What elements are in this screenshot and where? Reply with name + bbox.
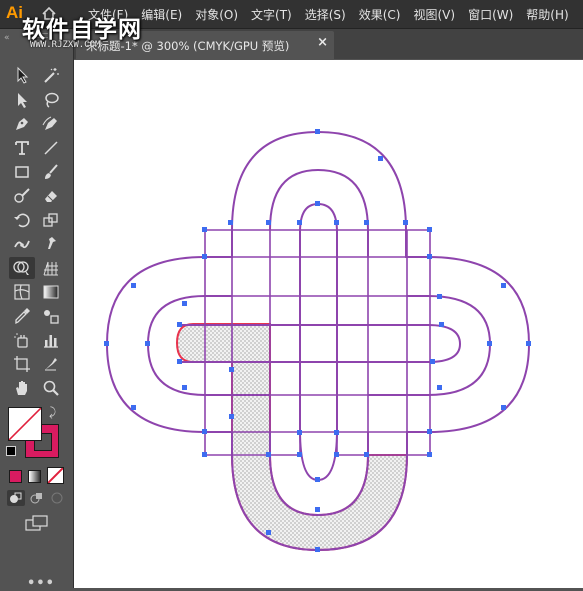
draw-behind-icon[interactable] <box>28 490 46 506</box>
default-fill-stroke-icon[interactable] <box>6 446 16 456</box>
type-tool-icon[interactable] <box>11 137 33 159</box>
watermark-logo: 软件自学网 <box>22 17 142 43</box>
scale-tool-icon[interactable] <box>40 209 62 231</box>
direct-selection-tool-icon[interactable] <box>11 89 33 111</box>
fill-swatch[interactable] <box>8 407 42 441</box>
selected-shape <box>175 323 409 552</box>
curvature-tool-icon[interactable] <box>40 113 62 135</box>
edit-toolbar-button[interactable]: ••• <box>27 576 55 591</box>
tools-panel: « ⤸ ••• <box>0 29 74 591</box>
eraser-tool-icon[interactable] <box>40 185 62 207</box>
menu-view[interactable]: 视图(V) <box>413 6 455 23</box>
column-graph-tool-icon[interactable] <box>40 329 62 351</box>
menu-help[interactable]: 帮助(H) <box>526 6 568 23</box>
draw-inside-icon[interactable] <box>48 490 66 506</box>
color-mode-button[interactable] <box>9 470 22 483</box>
draw-normal-icon[interactable] <box>7 490 25 506</box>
app-logo: Ai <box>6 3 23 22</box>
eyedropper-tool-icon[interactable] <box>11 305 33 327</box>
magic-wand-tool-icon[interactable] <box>40 64 62 86</box>
selection-tool-icon[interactable] <box>11 64 33 86</box>
lasso-tool-icon[interactable] <box>40 89 62 111</box>
gradient-mode-button[interactable] <box>28 470 41 483</box>
menu-effect[interactable]: 效果(C) <box>359 6 401 23</box>
knot-outer-path <box>105 130 531 552</box>
artboard-tool-icon[interactable] <box>11 353 33 375</box>
puppet-warp-tool-icon[interactable] <box>40 233 62 255</box>
line-segment-tool-icon[interactable] <box>40 137 62 159</box>
knot-artwork[interactable] <box>74 60 583 588</box>
menu-edit[interactable]: 编辑(E) <box>141 6 182 23</box>
screen-mode-icon[interactable] <box>25 514 49 532</box>
swap-fill-stroke-icon[interactable]: ⤸ <box>49 405 56 420</box>
knot-inner-top <box>299 202 338 482</box>
width-tool-icon[interactable] <box>11 233 33 255</box>
none-mode-button[interactable] <box>47 467 64 484</box>
watermark-url: WWW.RJZXW.COM <box>30 40 101 50</box>
panel-grip-icon[interactable]: « <box>4 33 10 43</box>
mesh-tool-icon[interactable] <box>11 281 33 303</box>
gradient-tool-icon[interactable] <box>40 281 62 303</box>
artboard-canvas[interactable] <box>74 60 583 588</box>
rotate-tool-icon[interactable] <box>11 209 33 231</box>
knot-middle-path <box>269 168 369 257</box>
menu-window[interactable]: 窗口(W) <box>468 6 513 23</box>
menu-select[interactable]: 选择(S) <box>305 6 346 23</box>
blend-tool-icon[interactable] <box>40 305 62 327</box>
hand-tool-icon[interactable] <box>11 377 33 399</box>
document-tab-bar: 未标题-1* @ 300% (CMYK/GPU 预览) × <box>74 29 583 59</box>
knot-right-ring <box>368 295 492 396</box>
perspective-grid-tool-icon[interactable] <box>40 257 62 279</box>
zoom-tool-icon[interactable] <box>40 377 62 399</box>
pen-tool-icon[interactable] <box>11 113 33 135</box>
knot-bottom-ring <box>269 432 369 517</box>
menu-object[interactable]: 对象(O) <box>195 6 238 23</box>
menu-items: 文件(F) 编辑(E) 对象(O) 文字(T) 选择(S) 效果(C) 视图(V… <box>88 6 582 23</box>
close-tab-button[interactable]: × <box>317 35 328 50</box>
rectangle-tool-icon[interactable] <box>11 161 33 183</box>
shape-builder-tool-icon[interactable] <box>9 257 35 279</box>
anchor-points <box>104 129 531 552</box>
symbol-sprayer-tool-icon[interactable] <box>11 329 33 351</box>
menu-type[interactable]: 文字(T) <box>251 6 292 23</box>
slice-tool-icon[interactable] <box>40 353 62 375</box>
shaper-tool-icon[interactable] <box>11 185 33 207</box>
paintbrush-tool-icon[interactable] <box>40 161 62 183</box>
